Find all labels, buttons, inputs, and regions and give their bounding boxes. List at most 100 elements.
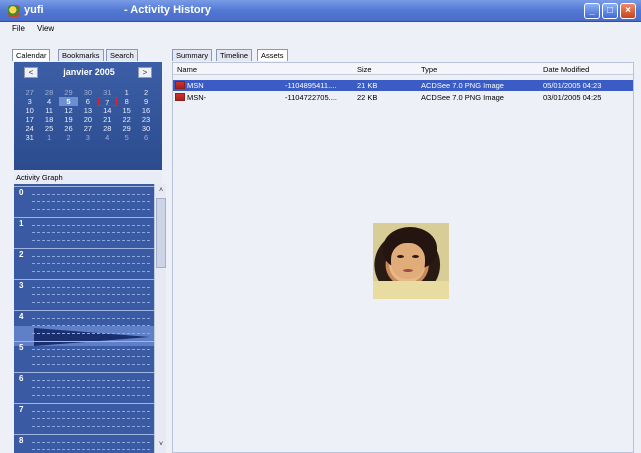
tab-calendar[interactable]: Calendar [12, 49, 51, 61]
calendar-day[interactable]: 21 [98, 115, 117, 124]
calendar-day[interactable]: 28 [98, 124, 117, 133]
calendar-day[interactable]: 8 [117, 97, 136, 106]
calendar-day[interactable]: 16 [136, 106, 155, 115]
calendar-day[interactable]: 22 [117, 115, 136, 124]
asset-id: -1104722705.... [285, 93, 337, 102]
calendar-day[interactable]: 30 [136, 124, 155, 133]
prev-month-button[interactable]: < [24, 67, 38, 78]
column-size[interactable]: Size [357, 65, 372, 74]
calendar-day[interactable]: 7 [97, 97, 117, 107]
graph-scrollbar[interactable]: ˄ ˅ [154, 184, 166, 453]
calendar-day[interactable]: 1 [117, 88, 136, 97]
graph-hour-label: 3 [19, 281, 24, 290]
close-button[interactable]: × [620, 3, 636, 19]
calendar-day[interactable]: 13 [78, 106, 97, 115]
calendar-day[interactable]: 29 [59, 88, 78, 97]
graph-dash-line [32, 232, 150, 233]
graph-dash-line [32, 286, 150, 288]
calendar-day[interactable]: 23 [136, 115, 155, 124]
calendar-day[interactable]: 2 [59, 133, 78, 142]
calendar-week: 31 1 2 3 4 5 6 [20, 133, 156, 142]
table-row[interactable]: MSN -1104895411.... 21 KB ACDSee 7.0 PNG… [173, 80, 633, 91]
calendar-day[interactable]: 27 [78, 124, 97, 133]
calendar-day[interactable]: 20 [78, 115, 97, 124]
calendar-day[interactable]: 17 [20, 115, 39, 124]
calendar: < janvier 2005 > 27 28 29 30 31 1 2 3 4 5 6 7 8 9 10 11… [14, 62, 162, 170]
calendar-day[interactable]: 28 [39, 88, 58, 97]
tab-assets[interactable]: Assets [257, 49, 288, 61]
menu-view[interactable]: View [37, 24, 54, 33]
calendar-day[interactable]: 6 [136, 133, 155, 142]
calendar-day[interactable]: 4 [98, 133, 117, 142]
calendar-day[interactable]: 14 [98, 106, 117, 115]
graph-dash-line [32, 449, 150, 450]
asset-size: 21 KB [357, 81, 378, 90]
image-preview[interactable] [373, 223, 449, 299]
calendar-day[interactable]: 3 [78, 133, 97, 142]
asset-size: 22 KB [357, 93, 378, 102]
calendar-day[interactable]: 3 [20, 97, 39, 106]
calendar-day[interactable]: 31 [20, 133, 39, 142]
calendar-day[interactable]: 29 [117, 124, 136, 133]
scroll-up-icon[interactable]: ˄ [156, 186, 166, 196]
menu-bar: File View [0, 22, 641, 35]
calendar-day[interactable]: 5 [117, 133, 136, 142]
calendar-day[interactable]: 1 [39, 133, 58, 142]
calendar-week: 27 28 29 30 31 1 2 [20, 88, 156, 97]
calendar-day[interactable]: 18 [39, 115, 58, 124]
column-date-modified[interactable]: Date Modified [543, 65, 589, 74]
title-bar: yufi - Activity History _ □ × [0, 0, 641, 22]
tab-timeline[interactable]: Timeline [216, 49, 253, 61]
column-type[interactable]: Type [421, 65, 437, 74]
graph-hour-label: 0 [19, 188, 24, 197]
calendar-day[interactable]: 25 [39, 124, 58, 133]
scroll-down-icon[interactable]: ˅ [156, 440, 166, 450]
calendar-day[interactable]: 5 [58, 97, 79, 106]
calendar-day[interactable]: 26 [59, 124, 78, 133]
png-file-icon [175, 81, 185, 89]
graph-dash-line [32, 363, 150, 365]
graph-dash-line [32, 410, 150, 412]
app-name: yufi [24, 4, 44, 16]
tab-bookmarks[interactable]: Bookmarks [58, 49, 104, 61]
calendar-day[interactable]: 19 [59, 115, 78, 124]
asset-date: 05/01/2005 04:23 [543, 81, 602, 90]
calendar-week: 17 18 19 20 21 22 23 [20, 115, 156, 124]
graph-hour-divider [14, 403, 154, 404]
graph-hour-label: 4 [19, 312, 24, 321]
graph-hour-label: 7 [19, 405, 24, 414]
calendar-day[interactable]: 27 [20, 88, 39, 97]
calendar-day[interactable]: 15 [117, 106, 136, 115]
menu-file[interactable]: File [12, 24, 25, 33]
maximize-button[interactable]: □ [602, 3, 618, 19]
window-title: - Activity History [124, 4, 212, 16]
calendar-day[interactable]: 30 [78, 88, 97, 97]
graph-dash-line [32, 394, 150, 396]
tab-search[interactable]: Search [106, 49, 138, 61]
minimize-button[interactable]: _ [584, 3, 600, 19]
graph-hour-label: 2 [19, 250, 24, 259]
graph-dash-line [32, 332, 150, 334]
column-name[interactable]: Name [177, 65, 197, 74]
calendar-day[interactable]: 9 [136, 97, 155, 106]
asset-id: -1104895411.... [285, 81, 337, 90]
graph-dash-line [32, 356, 150, 357]
next-month-button[interactable]: > [138, 67, 152, 78]
table-row[interactable]: MSN- -1104722705.... 22 KB ACDSee 7.0 PN… [173, 92, 633, 103]
scroll-thumb[interactable] [156, 198, 166, 268]
calendar-day[interactable]: 2 [136, 88, 155, 97]
calendar-day[interactable]: 24 [20, 124, 39, 133]
calendar-day[interactable]: 12 [59, 106, 78, 115]
calendar-day[interactable]: 4 [39, 97, 58, 106]
calendar-day[interactable]: 31 [98, 88, 117, 97]
calendar-day[interactable]: 6 [78, 97, 97, 106]
calendar-day[interactable]: 11 [39, 106, 58, 115]
tab-summary[interactable]: Summary [172, 49, 213, 61]
list-header: Name Size Type Date Modified [173, 63, 633, 75]
graph-hour-divider [14, 434, 154, 435]
graph-dash-line [32, 263, 150, 264]
png-file-icon [175, 93, 185, 101]
calendar-day[interactable]: 10 [20, 106, 39, 115]
graph-hour-divider [14, 372, 154, 373]
asset-name: MSN [187, 81, 204, 90]
